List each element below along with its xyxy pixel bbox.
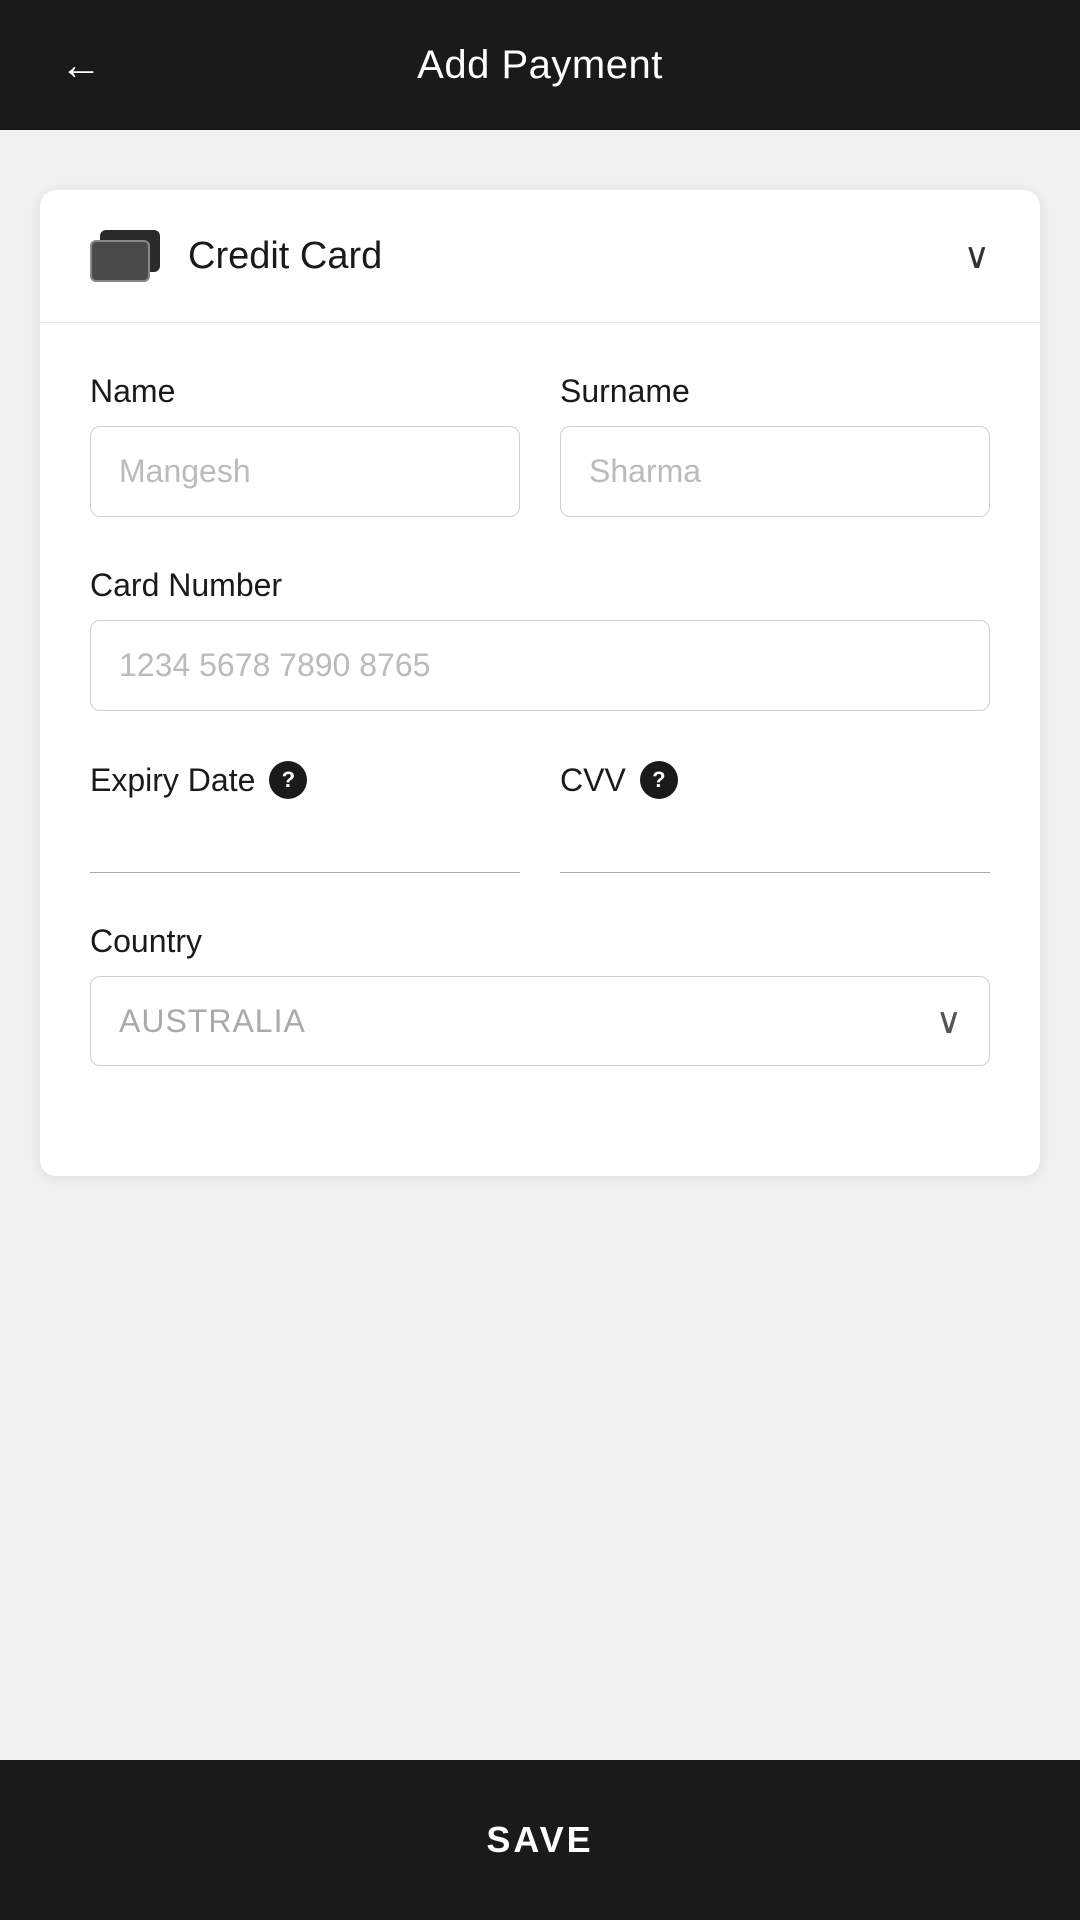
cvv-input[interactable] <box>560 815 990 873</box>
name-group: Name <box>90 373 520 517</box>
card-front-layer <box>90 240 150 282</box>
expiry-input[interactable] <box>90 815 520 873</box>
country-label: Country <box>90 923 990 960</box>
header: ← Add Payment <box>0 0 1080 130</box>
card-header-left: Credit Card <box>90 230 382 282</box>
page-title: Add Payment <box>417 43 663 88</box>
expiry-input-wrapper <box>90 815 520 873</box>
surname-label: Surname <box>560 373 990 410</box>
name-input[interactable] <box>90 426 520 517</box>
form-area: Name Surname Card Number <box>40 323 1040 1176</box>
surname-group: Surname <box>560 373 990 517</box>
name-surname-row: Name Surname <box>90 373 990 517</box>
back-icon: ← <box>60 41 102 89</box>
country-group: Country AUSTRALIA UNITED STATES UNITED K… <box>90 923 990 1066</box>
cvv-group: CVV ? <box>560 761 990 873</box>
chevron-down-icon: ∨ <box>964 235 990 277</box>
back-button[interactable]: ← <box>50 31 112 99</box>
cvv-help-icon[interactable]: ? <box>640 761 678 799</box>
name-label: Name <box>90 373 520 410</box>
card-number-group: Card Number <box>90 567 990 711</box>
card-number-row: Card Number <box>90 567 990 711</box>
country-row: Country AUSTRALIA UNITED STATES UNITED K… <box>90 923 990 1066</box>
save-button[interactable]: SAVE <box>0 1760 1080 1920</box>
surname-input[interactable] <box>560 426 990 517</box>
card-number-input[interactable] <box>90 620 990 711</box>
cvv-label: CVV ? <box>560 761 990 799</box>
card-type-selector[interactable]: Credit Card ∨ <box>40 190 1040 323</box>
expiry-cvv-row: Expiry Date ? CVV ? <box>90 761 990 873</box>
card-container: Credit Card ∨ Name Surname <box>40 190 1040 1176</box>
country-select-wrapper: AUSTRALIA UNITED STATES UNITED KINGDOM I… <box>90 976 990 1066</box>
credit-card-icon <box>90 230 160 282</box>
expiry-label: Expiry Date ? <box>90 761 520 799</box>
expiry-group: Expiry Date ? <box>90 761 520 873</box>
country-select[interactable]: AUSTRALIA UNITED STATES UNITED KINGDOM I… <box>90 976 990 1066</box>
card-type-label: Credit Card <box>188 235 382 278</box>
save-label: SAVE <box>486 1819 593 1861</box>
card-number-label: Card Number <box>90 567 990 604</box>
main-content: Credit Card ∨ Name Surname <box>0 130 1080 1920</box>
cvv-input-wrapper <box>560 815 990 873</box>
expiry-help-icon[interactable]: ? <box>269 761 307 799</box>
